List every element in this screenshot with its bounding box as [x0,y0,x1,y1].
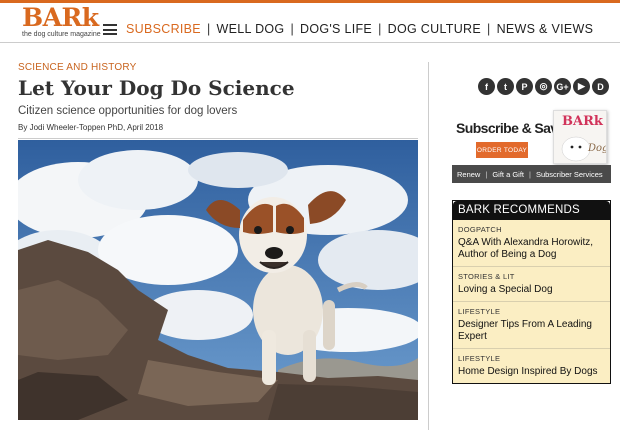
nav-dog-culture[interactable]: DOG CULTURE [388,22,481,36]
facebook-icon[interactable]: f [478,78,495,95]
instagram-icon[interactable]: ◎ [535,78,552,95]
recommend-title[interactable]: Loving a Special Dog [458,284,605,296]
article-title: Let Your Dog Do Science [18,76,295,100]
recommend-category: LIFESTYLE [458,307,501,316]
recommend-title[interactable]: Designer Tips From A Leading Expert [458,319,605,343]
logo-tagline: the dog culture magazine [22,31,101,38]
article-deck: Citizen science opportunities for dog lo… [18,105,238,117]
nav-dogs-life[interactable]: DOG'S LIFE [300,22,372,36]
nav-subscribe[interactable]: SUBSCRIBE [126,22,201,36]
recommend-category: STORIES & LIT [458,272,515,281]
magazine-cover[interactable]: BARk Dog [553,110,607,164]
link-separator: | [529,169,531,179]
column-divider [428,62,429,430]
byline-date: PhD, April 2018 [107,123,164,132]
logo-wordmark: BARk [22,3,99,32]
header-divider [18,138,418,139]
recommend-title[interactable]: Home Design Inspired By Dogs [458,366,605,378]
gift-link[interactable]: Gift a Gift [492,170,524,179]
author-name[interactable]: Jodi Wheeler-Toppen [30,123,106,132]
magazine-cover-word: Dog [587,143,607,154]
hamburger-menu-icon[interactable] [103,24,117,35]
pinterest-icon[interactable]: P [516,78,533,95]
site-logo[interactable]: BARk the dog culture magazine [22,3,101,39]
article-header: SCIENCE AND HISTORY Let Your Dog Do Scie… [18,62,418,139]
main-nav: SUBSCRIBE | WELL DOG | DOG'S LIFE | DOG … [126,22,593,36]
hero-image [18,140,418,420]
nav-separator: | [290,22,294,36]
googleplus-icon[interactable]: G+ [554,78,571,95]
subscriber-services-link[interactable]: Subscriber Services [536,170,603,179]
disqus-icon[interactable]: D [592,78,609,95]
social-links: f t P ◎ G+ ▶ D [478,78,609,95]
subscriber-links: Renew | Gift a Gift | Subscriber Service… [452,165,611,183]
order-today-button[interactable]: ORDER TODAY [476,142,528,158]
bark-recommends: BARK RECOMMENDS DOGPATCH Q&A With Alexan… [452,200,611,384]
recommends-heading: BARK RECOMMENDS [453,201,610,220]
site-header: BARk the dog culture magazine SUBSCRIBE … [0,3,620,43]
nav-separator: | [206,22,211,36]
list-item[interactable]: DOGPATCH Q&A With Alexandra Horowitz, Au… [453,220,610,267]
nav-news-views[interactable]: NEWS & VIEWS [497,22,594,36]
article-kicker[interactable]: SCIENCE AND HISTORY [18,62,418,73]
list-item[interactable]: STORIES & LIT Loving a Special Dog [453,267,610,302]
magazine-logo: BARk [562,114,604,129]
recommend-category: LIFESTYLE [458,354,501,363]
nav-separator: | [378,22,382,36]
subscribe-title: Subscribe & Save [456,120,565,136]
list-item[interactable]: LIFESTYLE Home Design Inspired By Dogs [453,349,610,383]
list-item[interactable]: LIFESTYLE Designer Tips From A Leading E… [453,302,610,349]
renew-link[interactable]: Renew [457,170,480,179]
youtube-icon[interactable]: ▶ [573,78,590,95]
byline-prefix: By [18,123,28,132]
nav-well-dog[interactable]: WELL DOG [217,22,285,36]
dog-on-rocks-photo [18,140,418,420]
nav-separator: | [487,22,491,36]
magazine-cover-art: BARk Dog [554,111,607,163]
link-separator: | [485,169,488,179]
recommend-category: DOGPATCH [458,225,502,234]
twitter-icon[interactable]: t [497,78,514,95]
recommend-title[interactable]: Q&A With Alexandra Horowitz, Author of B… [458,237,605,261]
article-byline: By Jodi Wheeler-Toppen PhD, April 2018 [18,123,418,132]
